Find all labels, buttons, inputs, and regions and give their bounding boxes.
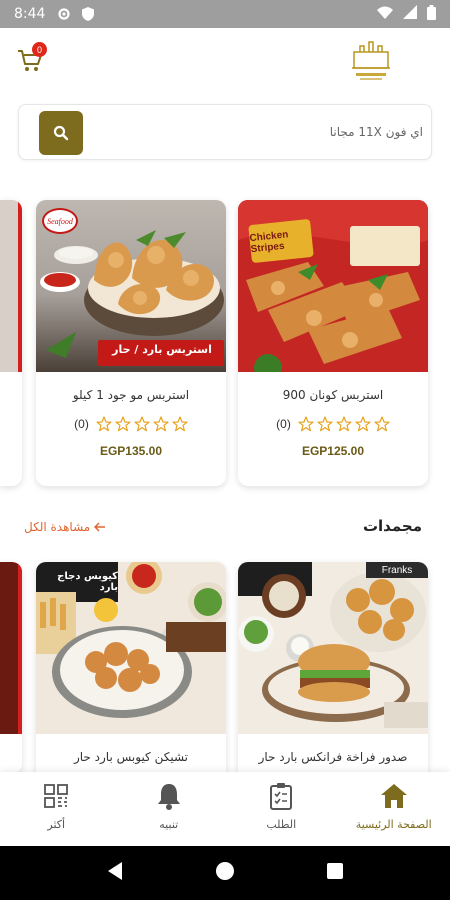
nav-home[interactable]: الصفحة الرئيسية: [338, 772, 450, 846]
app-header: 0: [0, 28, 450, 92]
product-title: صدور فراخة فرانكس بارد حار: [258, 750, 408, 764]
star-icon: [317, 416, 333, 432]
nav-notifications[interactable]: تنبيه: [113, 772, 226, 846]
product-rating: (0): [238, 416, 428, 432]
view-all-link[interactable]: مشاهدة الكل: [24, 520, 106, 534]
product-card[interactable]: Chicken Stripes استربس كونان 900 (0) EGP…: [238, 200, 428, 486]
arrow-left-icon: [94, 522, 106, 532]
back-button[interactable]: [106, 861, 124, 885]
shield-status-icon: [81, 7, 95, 21]
star-icon: [298, 416, 314, 432]
star-icon: [153, 416, 169, 432]
product-title: تشيكن كيوبس بارد حار: [73, 750, 189, 764]
wifi-icon: [377, 6, 393, 23]
home-system-button[interactable]: [215, 861, 235, 885]
product-image: Chicken Stripes: [238, 200, 428, 372]
star-icon: [355, 416, 371, 432]
status-time: 8:44: [14, 6, 46, 22]
back-icon: [107, 862, 122, 880]
product-title: استربس كونان 900: [282, 388, 384, 402]
product-card[interactable]: Franks صدور فراخة فرانكس بارد حار: [238, 562, 428, 774]
package-label: Chicken Stripes: [248, 218, 314, 264]
recents-icon: [327, 863, 344, 879]
product-card[interactable]: Seafood استربس بارد / حار استربس مو جود …: [36, 200, 226, 486]
settings-status-icon: [57, 7, 71, 21]
bell-icon: [155, 782, 183, 810]
search-icon: [53, 125, 69, 141]
product-image: كيوبس دجاج بارد: [36, 562, 226, 734]
system-navigation-bar: [0, 846, 450, 900]
product-title: استربس مو جود 1 كيلو: [72, 388, 190, 402]
view-all-label: مشاهدة الكل: [24, 520, 91, 534]
rating-count: (0): [74, 417, 89, 431]
recents-button[interactable]: [326, 862, 344, 884]
partial-product-card[interactable]: [0, 200, 22, 486]
star-icon: [336, 416, 352, 432]
nav-orders[interactable]: الطلب: [225, 772, 338, 846]
star-icon: [96, 416, 112, 432]
search-button[interactable]: [39, 111, 83, 155]
rating-count: (0): [276, 417, 291, 431]
nav-more[interactable]: أكثر: [0, 772, 113, 846]
product-image-label: استربس بارد / حار: [112, 343, 212, 356]
product-price: EGP135.00: [99, 444, 163, 458]
clipboard-icon: [267, 782, 295, 810]
grid-icon: [42, 782, 70, 810]
product-image: Seafood استربس بارد / حار: [36, 200, 226, 372]
nav-label: الصفحة الرئيسية: [355, 818, 432, 831]
search-input[interactable]: [93, 115, 423, 149]
home-icon: [380, 782, 408, 810]
image-banner: كيوبس دجاج بارد: [57, 571, 118, 593]
search-bar: [18, 104, 432, 160]
star-icon: [172, 416, 188, 432]
status-bar: 8:44: [0, 0, 450, 28]
product-image: Franks: [238, 562, 428, 734]
signal-icon: [403, 5, 417, 23]
star-icon: [134, 416, 150, 432]
nav-label: تنبيه: [159, 818, 179, 831]
star-icon: [374, 416, 390, 432]
battery-icon: [427, 4, 436, 24]
app-logo: [348, 38, 394, 82]
brand-banner: Franks: [381, 564, 413, 576]
star-icon: [115, 416, 131, 432]
section-title: مجمدات: [362, 517, 422, 535]
partial-product-card[interactable]: [0, 562, 22, 774]
product-price: EGP125.00: [301, 444, 365, 458]
product-card[interactable]: كيوبس دجاج بارد تشيكن كيوبس بارد حار: [36, 562, 226, 774]
brand-badge: Seafood: [42, 208, 78, 234]
bottom-navigation: أكثر تنبيه الطلب الصفحة الرئيسية: [0, 772, 450, 846]
cart-count-badge: 0: [32, 42, 47, 57]
nav-label: أكثر: [47, 818, 66, 831]
product-rating: (0): [36, 416, 226, 432]
cart-button[interactable]: 0: [16, 42, 48, 76]
circle-home-icon: [215, 862, 234, 880]
nav-label: الطلب: [266, 818, 297, 831]
